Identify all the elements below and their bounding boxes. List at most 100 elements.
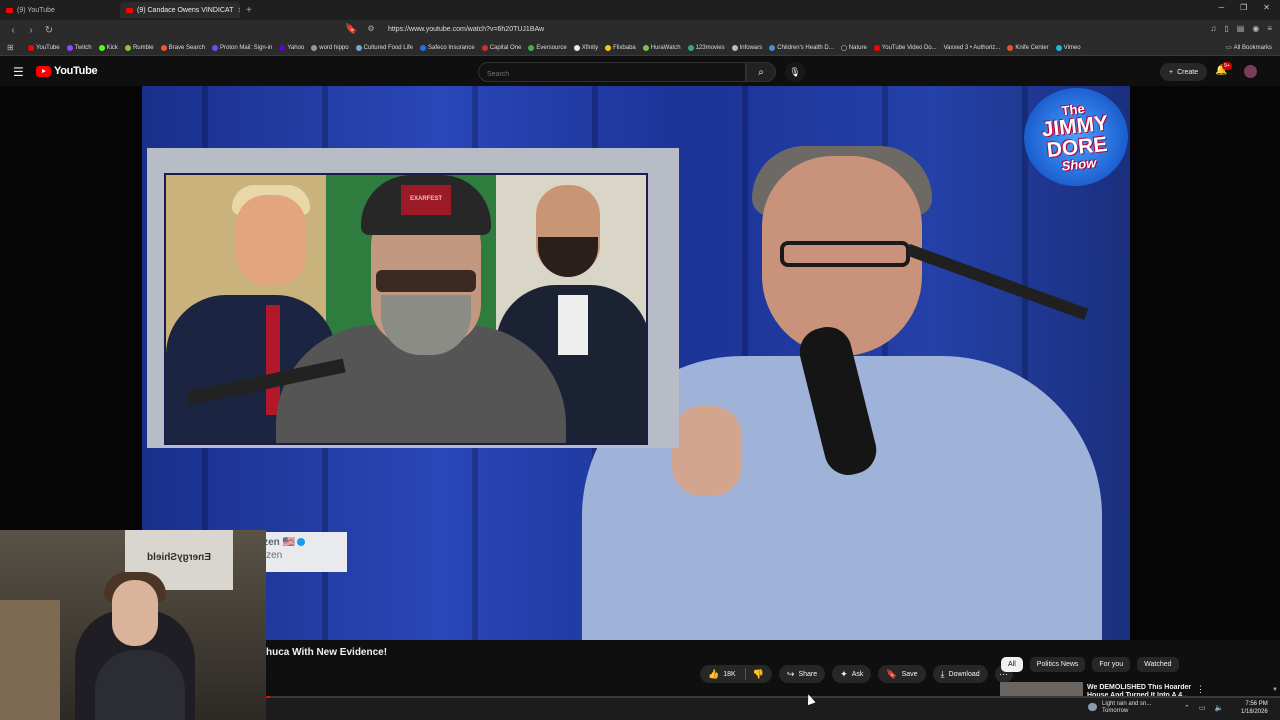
nature-icon [840, 44, 847, 51]
person-head [236, 195, 306, 285]
forward-icon[interactable]: › [26, 25, 36, 36]
bookmark-item[interactable]: Flixbaba [605, 44, 636, 51]
bookmark-item[interactable]: Vaxxed 3 • Authoriz... [944, 45, 1001, 51]
plus-icon: + [1169, 68, 1174, 76]
menu-icon[interactable]: ≡ [1267, 24, 1272, 33]
streamer-body [95, 650, 185, 720]
chd-icon [769, 44, 776, 51]
inset-video: EXARFEST [164, 173, 648, 445]
media-icon[interactable]: ♫ [1210, 24, 1216, 33]
bookmark-item[interactable]: YouTube [28, 44, 60, 51]
like-button[interactable]: 👍 18K 👎 [700, 665, 772, 683]
new-tab-icon[interactable]: + [246, 5, 252, 16]
site-info-icon[interactable]: ⚙ [366, 24, 376, 33]
wallet-icon[interactable]: ▤ [1237, 24, 1245, 33]
youtube-download-icon [873, 44, 880, 51]
bookmark-item[interactable]: Yahoo [279, 44, 304, 51]
youtube-icon [28, 44, 34, 51]
bookmark-item[interactable]: Brave Search [160, 44, 205, 51]
network-icon[interactable]: ▭ [1199, 704, 1206, 712]
bookmark-item[interactable]: 123movies [687, 44, 725, 51]
chip-all[interactable]: All [1001, 657, 1023, 672]
bookmark-item[interactable]: Children's Health D... [769, 44, 834, 51]
verified-icon [297, 538, 306, 547]
youtube-logo[interactable]: YouTube [36, 65, 98, 77]
host-fist [672, 406, 742, 496]
volume-icon[interactable]: 🔈 [1215, 704, 1224, 712]
menu-hamburger-icon[interactable]: ☰ [13, 65, 24, 79]
knife-center-icon [1007, 44, 1014, 51]
create-button[interactable]: + Create [1160, 63, 1208, 81]
taskbar: Light rain and sn... Tomorrow ⌃ ▭ 🔈 7:56… [266, 696, 1280, 720]
chip-watched[interactable]: Watched [1137, 657, 1179, 672]
download-button[interactable]: ⤓ Download [932, 665, 988, 683]
weather-icon [1088, 703, 1097, 711]
sparkle-icon: ✦ [840, 668, 848, 679]
bookmark-item[interactable]: Knife Center [1007, 44, 1049, 51]
browser-tab-candace[interactable]: (9) Candace Owens VINDICAT ✕ [120, 2, 240, 18]
youtube-favicon-icon [6, 7, 13, 13]
bookmark-item[interactable]: Cultured Food Life [355, 44, 413, 51]
bookmark-icon: 🔖 [886, 668, 898, 679]
bookmark-item[interactable]: HuraWatch [642, 44, 681, 51]
search-input[interactable] [479, 65, 745, 84]
search-button[interactable]: ⌕ [746, 62, 776, 82]
chip-politics-news[interactable]: Politics News [1029, 657, 1086, 672]
close-tab-icon[interactable]: ✕ [237, 6, 240, 15]
bookmark-icon[interactable]: 🔖 [345, 24, 357, 35]
video-actions: 👍 18K 👎 ↪ Share ✦ Ask 🔖 Save ⤓ Download … [700, 665, 1013, 683]
voice-search-button[interactable]: 🎙 [785, 62, 805, 82]
bookmark-item[interactable]: Rumble [124, 44, 154, 51]
restore-icon[interactable]: ❐ [1240, 3, 1247, 12]
close-window-icon[interactable]: ✕ [1263, 3, 1270, 12]
filter-chips: All Politics News For you Watched [1001, 657, 1179, 672]
bookmark-item[interactable]: YouTube Video Do... [873, 44, 937, 51]
webcam-overlay: EnergyShield [0, 530, 266, 720]
reload-icon[interactable]: ↻ [44, 25, 54, 36]
all-bookmarks[interactable]: ▭ All Bookmarks [1226, 44, 1272, 52]
save-button[interactable]: 🔖 Save [878, 665, 926, 683]
bookmark-item[interactable]: Twitch [66, 44, 92, 51]
123movies-icon [687, 44, 694, 51]
video-progress-track[interactable] [266, 696, 1280, 698]
more-vertical-icon[interactable]: ⋮ [1196, 684, 1205, 695]
thumbs-up-icon: 👍 [708, 668, 720, 679]
eversource-icon [528, 44, 535, 51]
apps-grid-icon[interactable]: ⊞ [7, 43, 14, 52]
back-icon[interactable]: ‹ [8, 25, 18, 36]
video-progress-fill [266, 696, 271, 698]
taskbar-clock[interactable]: 7:56 PM 1/18/2026 [1241, 700, 1268, 716]
browser-tab-youtube[interactable]: (9) YouTube [0, 2, 120, 18]
scroll-down-arrow-icon[interactable]: ▼ [1272, 687, 1278, 693]
bookmark-item[interactable]: Proton Mail: Sign-in [211, 44, 272, 51]
kick-icon [98, 44, 105, 51]
infowars-icon [731, 44, 738, 51]
avatar[interactable] [1244, 65, 1257, 78]
chip-for-you[interactable]: For you [1092, 657, 1131, 672]
sidebar-icon[interactable]: ▯ [1224, 24, 1228, 33]
person-sunglasses [376, 270, 476, 292]
tab-label: (9) YouTube [17, 6, 55, 14]
bookmark-item[interactable]: Capital One [481, 44, 521, 51]
bookmark-item[interactable]: Eversource [528, 44, 567, 51]
thumbs-down-icon[interactable]: 👎 [753, 669, 764, 680]
minimize-icon[interactable]: ─ [1218, 3, 1224, 12]
divider [744, 668, 746, 680]
vpn-icon[interactable]: ◉ [1252, 24, 1259, 33]
safeco-icon [419, 44, 426, 51]
capital-one-icon [481, 44, 488, 51]
weather-widget[interactable]: Light rain and sn... Tomorrow [1102, 701, 1151, 715]
ask-button[interactable]: ✦ Ask [832, 665, 872, 683]
bookmark-item[interactable]: Vimeo [1055, 44, 1081, 51]
chevron-up-icon[interactable]: ⌃ [1184, 704, 1190, 712]
bookmark-item[interactable]: Nature [840, 44, 867, 51]
bookmark-item[interactable]: Kick [98, 44, 118, 51]
flixbaba-icon [605, 44, 612, 51]
bookmark-item[interactable]: Xfinity [573, 44, 598, 51]
bookmark-item[interactable]: word hippo [311, 44, 349, 51]
bookmark-item[interactable]: Safeco Insurance [419, 44, 475, 51]
proton-icon [211, 44, 218, 51]
share-button[interactable]: ↪ Share [778, 665, 826, 683]
bookmark-item[interactable]: Infowars [731, 44, 762, 51]
url-field[interactable]: https://www.youtube.com/watch?v=6h20TUJ1… [388, 26, 544, 33]
